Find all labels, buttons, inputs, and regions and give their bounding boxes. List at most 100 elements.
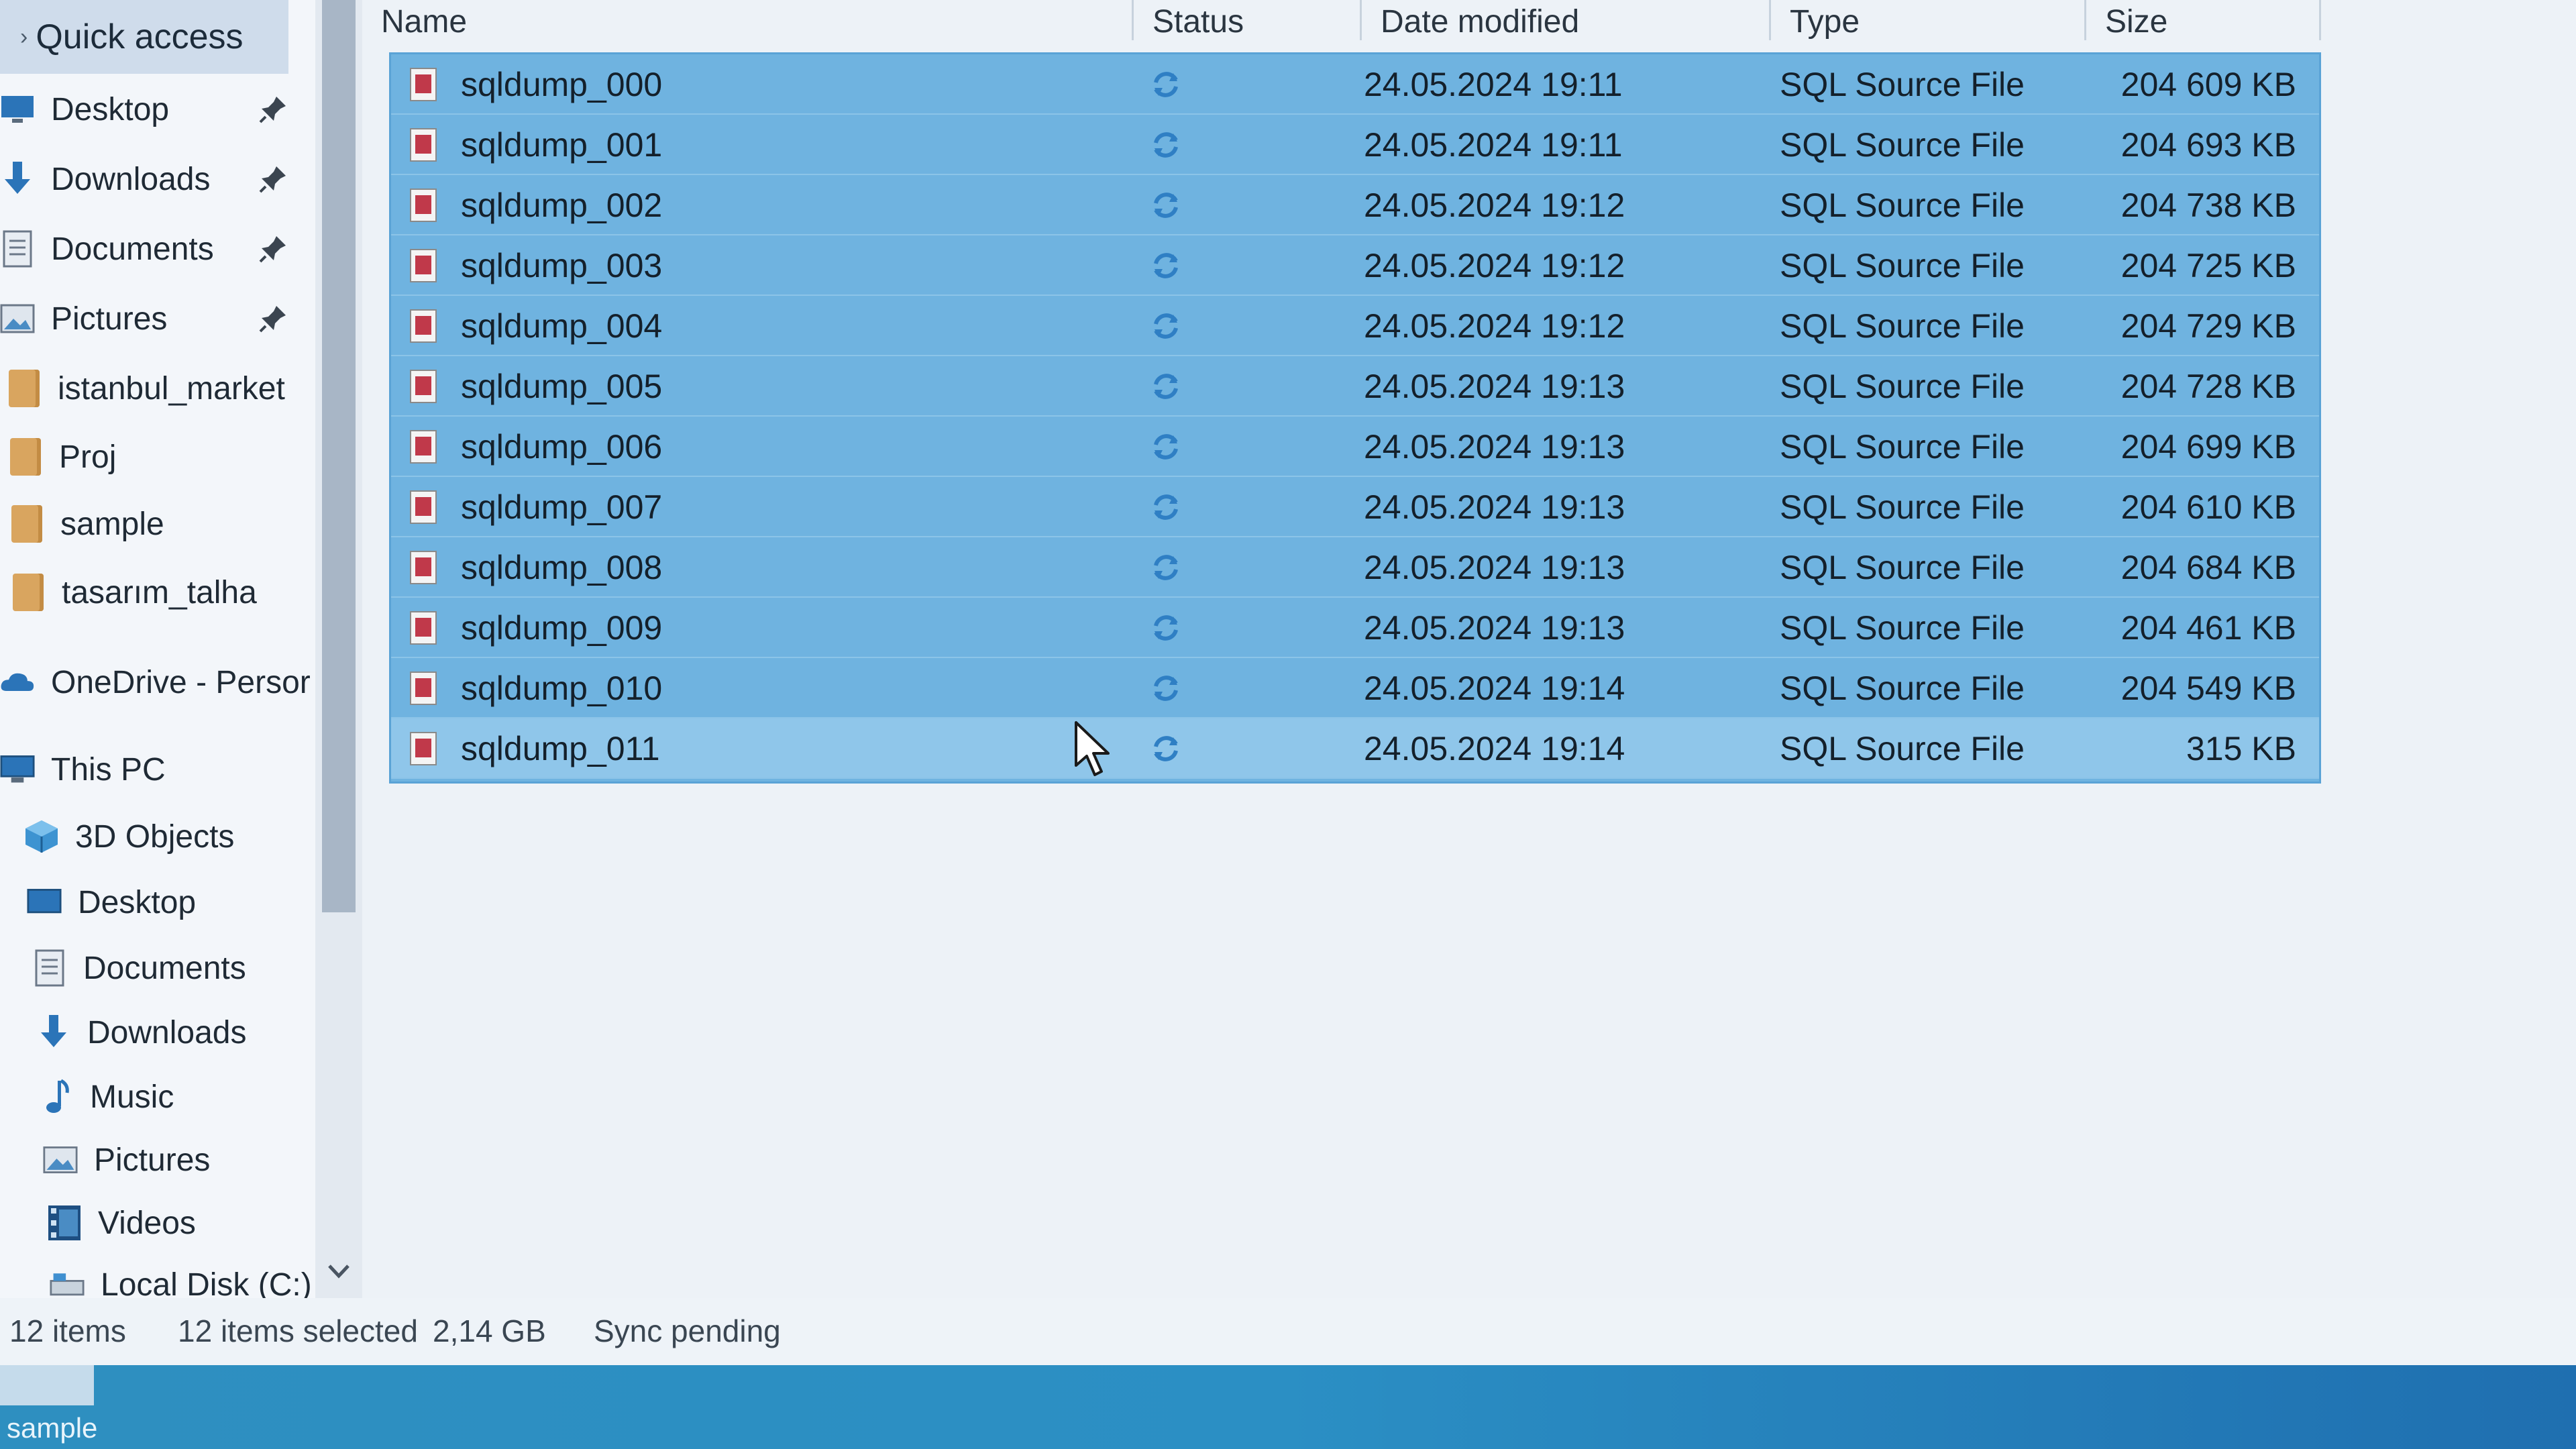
taskbar-window-thumbnail[interactable]: [0, 1365, 94, 1405]
nav-item-label: Desktop: [78, 884, 197, 920]
nav-item-pc-desktop[interactable]: Desktop: [27, 872, 196, 932]
file-date: 24.05.2024 19:11: [1364, 126, 1623, 164]
nav-item-onedrive[interactable]: OneDrive - Persor: [0, 652, 311, 712]
nav-item-label: Downloads: [51, 161, 211, 197]
expand-caret-icon[interactable]: ›: [20, 24, 28, 50]
computer-icon: [0, 752, 35, 787]
file-type: SQL Source File: [1780, 368, 2025, 405]
file-type: SQL Source File: [1780, 549, 2025, 586]
nav-item-videos[interactable]: Videos: [47, 1193, 196, 1253]
file-name-cell: sqldump_008: [410, 537, 1108, 598]
nav-item-pc-documents[interactable]: Documents: [32, 938, 246, 998]
download-arrow-icon: [0, 162, 35, 197]
column-header-type[interactable]: Type: [1771, 0, 2086, 40]
table-row[interactable]: sqldump_008 24.05.2024 19:13 SQL Source …: [391, 537, 2319, 598]
column-header-status[interactable]: Status: [1134, 0, 1362, 40]
chevron-down-icon[interactable]: [322, 1254, 356, 1288]
file-name: sqldump_011: [461, 730, 660, 767]
file-date: 24.05.2024 19:12: [1364, 186, 1625, 224]
file-size: 204 609 KB: [2121, 66, 2296, 103]
scrollbar-thumb[interactable]: [322, 0, 356, 912]
file-name: sqldump_006: [461, 428, 663, 466]
item-count: 12 items: [9, 1313, 126, 1348]
sql-file-icon: [410, 551, 437, 584]
nav-item-pictures[interactable]: Pictures: [0, 288, 288, 349]
table-row[interactable]: sqldump_010 24.05.2024 19:14 SQL Source …: [391, 658, 2319, 718]
file-date: 24.05.2024 19:12: [1364, 247, 1625, 284]
file-name-cell: sqldump_001: [410, 115, 1108, 175]
file-date: 24.05.2024 19:14: [1364, 730, 1625, 767]
table-row[interactable]: sqldump_000 24.05.2024 19:11 SQL Source …: [391, 54, 2319, 115]
file-size: 204 549 KB: [2121, 669, 2296, 707]
file-type: SQL Source File: [1780, 66, 2025, 103]
sql-file-icon: [410, 732, 437, 765]
table-row[interactable]: sqldump_006 24.05.2024 19:13 SQL Source …: [391, 417, 2319, 477]
status-bar: 12 items 12 items selected 2,14 GB Sync …: [0, 1298, 2576, 1365]
nav-item-documents[interactable]: Documents: [0, 219, 288, 279]
nav-item-music[interactable]: Music: [39, 1067, 174, 1127]
column-header-size[interactable]: Size: [2086, 0, 2321, 40]
file-date: 24.05.2024 19:12: [1364, 307, 1625, 345]
folder-icon: [8, 438, 43, 476]
sql-file-icon: [410, 249, 437, 282]
file-type: SQL Source File: [1780, 428, 2025, 466]
file-name: sqldump_004: [461, 307, 663, 345]
file-name-cell: sqldump_000: [410, 54, 1108, 115]
sync-pending-icon: [1122, 537, 1210, 598]
file-name: sqldump_008: [461, 549, 663, 586]
nav-item-desktop[interactable]: Desktop: [0, 79, 288, 140]
table-row[interactable]: sqldump_009 24.05.2024 19:13 SQL Source …: [391, 598, 2319, 658]
table-row[interactable]: sqldump_003 24.05.2024 19:12 SQL Source …: [391, 235, 2319, 296]
nav-item-pc-pictures[interactable]: Pictures: [43, 1130, 210, 1190]
file-date: 24.05.2024 19:13: [1364, 609, 1625, 647]
pin-icon[interactable]: [258, 303, 288, 334]
taskbar: sample: [0, 1365, 2576, 1449]
file-name-cell: sqldump_009: [410, 598, 1108, 658]
column-header-date[interactable]: Date modified: [1362, 0, 1771, 40]
nav-item-sample[interactable]: sample: [9, 494, 164, 554]
navigation-scrollbar[interactable]: [315, 0, 362, 1298]
taskbar-label[interactable]: sample: [7, 1412, 97, 1444]
nav-item-label: Pictures: [51, 301, 168, 337]
table-row[interactable]: sqldump_004 24.05.2024 19:12 SQL Source …: [391, 296, 2319, 356]
pictures-icon: [43, 1142, 78, 1177]
pin-icon[interactable]: [258, 233, 288, 264]
nav-item-pc-downloads[interactable]: Downloads: [36, 1002, 246, 1063]
cloud-icon: [0, 665, 35, 700]
file-size: 204 738 KB: [2121, 186, 2296, 224]
file-date: 24.05.2024 19:13: [1364, 488, 1625, 526]
table-row[interactable]: sqldump_001 24.05.2024 19:11 SQL Source …: [391, 115, 2319, 175]
folder-icon: [11, 574, 46, 611]
file-type: SQL Source File: [1780, 609, 2025, 647]
table-row[interactable]: sqldump_011 24.05.2024 19:14 SQL Source …: [391, 718, 2319, 779]
nav-item-label: Music: [90, 1079, 174, 1115]
nav-item-downloads[interactable]: Downloads: [0, 149, 288, 209]
nav-item-label: OneDrive - Persor: [51, 664, 311, 700]
table-row[interactable]: sqldump_005 24.05.2024 19:13 SQL Source …: [391, 356, 2319, 417]
nav-item-label: Downloads: [87, 1014, 247, 1051]
file-list: Name Status Date modified Type Size sqld…: [362, 0, 2576, 1298]
table-row[interactable]: sqldump_002 24.05.2024 19:12 SQL Source …: [391, 175, 2319, 235]
sync-pending-icon: [1122, 658, 1210, 718]
column-header-name[interactable]: Name: [362, 0, 1134, 40]
documents-icon: [32, 949, 67, 987]
quick-access-header[interactable]: › Quick access: [0, 0, 288, 74]
pin-icon[interactable]: [258, 164, 288, 195]
nav-item-tasarim-talha[interactable]: tasarım_talha: [11, 562, 257, 623]
nav-item-local-disk[interactable]: Local Disk (C:): [50, 1254, 312, 1298]
drive-icon: [50, 1267, 85, 1298]
nav-item-istanbul-market[interactable]: istanbul_market: [7, 358, 285, 419]
file-size: 204 725 KB: [2121, 247, 2296, 284]
pictures-icon: [0, 301, 35, 336]
nav-item-proj[interactable]: Proj: [8, 427, 116, 487]
nav-item-this-pc[interactable]: This PC: [0, 739, 166, 800]
file-type: SQL Source File: [1780, 186, 2025, 224]
pin-icon[interactable]: [258, 94, 288, 125]
table-row[interactable]: sqldump_007 24.05.2024 19:13 SQL Source …: [391, 477, 2319, 537]
file-name: sqldump_005: [461, 368, 663, 405]
nav-item-3d-objects[interactable]: 3D Objects: [24, 806, 234, 867]
file-size: 204 461 KB: [2121, 609, 2296, 647]
sql-file-icon: [410, 309, 437, 343]
sync-status: Sync pending: [594, 1313, 781, 1348]
sync-pending-icon: [1122, 356, 1210, 417]
